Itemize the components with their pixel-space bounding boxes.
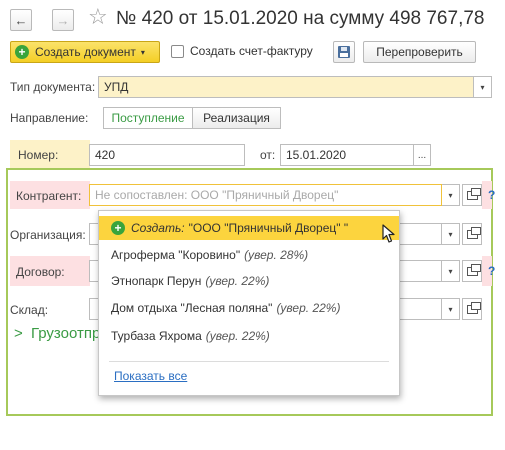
chevron-down-icon: ▾	[448, 229, 453, 239]
save-button[interactable]	[333, 41, 355, 63]
organization-dropdown-button[interactable]: ▾	[442, 223, 460, 245]
warehouse-open-button[interactable]	[462, 298, 482, 320]
create-document-label: Создать документ	[35, 45, 136, 59]
suggestion-name: Агроферма "Коровино"	[111, 248, 241, 262]
create-document-button[interactable]: + Создать документ ▾	[10, 41, 160, 63]
chevron-down-icon: ▾	[448, 190, 453, 200]
direction-option-sale[interactable]: Реализация	[193, 107, 281, 129]
page-title: № 420 от 15.01.2020 на сумму 498 767,78	[116, 8, 485, 29]
number-label: Номер:	[18, 148, 59, 162]
recheck-button[interactable]: Перепроверить	[363, 41, 476, 63]
contract-help-icon[interactable]: ?	[488, 264, 495, 278]
suggestion-confidence: (увер. 22%)	[205, 274, 270, 288]
open-window-icon	[466, 187, 481, 200]
counterparty-help-icon[interactable]: ?	[488, 188, 495, 202]
date-label: от:	[260, 148, 276, 162]
shipper-section-toggle[interactable]: > Грузоотпр	[14, 325, 100, 342]
arrow-left-icon: ←	[14, 12, 28, 28]
show-all-link[interactable]: Показать все	[114, 369, 187, 383]
plus-circle-icon: +	[15, 45, 29, 59]
date-picker-button[interactable]: ...	[413, 144, 431, 166]
suggestion-item[interactable]: Дом отдыха "Лесная поляна" (увер. 22%)	[99, 296, 399, 320]
direction-option-incoming[interactable]: Поступление	[103, 107, 193, 129]
suggestion-item[interactable]: Агроферма "Коровино" (увер. 28%)	[99, 243, 399, 267]
floppy-disk-icon	[338, 46, 350, 58]
suggestion-name: Турбаза Яхрома	[111, 329, 202, 343]
create-prefix: Создать:	[131, 221, 185, 235]
suggestion-confidence: (увер. 22%)	[205, 329, 270, 343]
open-window-icon	[466, 226, 481, 239]
contract-open-button[interactable]	[462, 260, 482, 282]
mouse-pointer-icon	[382, 224, 395, 243]
create-value: "ООО "Пряничный Дворец" "	[188, 221, 349, 235]
suggestion-item[interactable]: Турбаза Яхрома (увер. 22%)	[99, 324, 399, 348]
chevron-down-icon: ▾	[448, 304, 453, 314]
contract-label: Договор:	[16, 265, 65, 279]
chevron-down-icon: ▾	[140, 47, 145, 57]
chevron-right-icon: >	[14, 325, 23, 342]
forward-button[interactable]: →	[52, 9, 74, 31]
counterparty-dropdown-button[interactable]: ▾	[442, 184, 460, 206]
suggestion-confidence: (увер. 22%)	[276, 301, 341, 315]
suggestion-name: Дом отдыха "Лесная поляна"	[111, 301, 273, 315]
create-invoice-checkbox[interactable]	[171, 45, 184, 58]
chevron-down-icon: ▾	[480, 82, 485, 92]
doc-type-label: Тип документа:	[10, 80, 96, 94]
chevron-down-icon: ▾	[448, 266, 453, 276]
contract-dropdown-button[interactable]: ▾	[442, 260, 460, 282]
warehouse-label: Склад:	[10, 303, 49, 317]
create-counterparty-option[interactable]: + Создать: "ООО "Пряничный Дворец" "	[99, 216, 399, 240]
counterparty-open-button[interactable]	[462, 184, 482, 206]
suggestion-confidence: (увер. 28%)	[244, 248, 309, 262]
back-button[interactable]: ←	[10, 9, 32, 31]
warehouse-dropdown-button[interactable]: ▾	[442, 298, 460, 320]
plus-circle-icon: +	[111, 221, 125, 235]
counterparty-label: Контрагент:	[16, 189, 82, 203]
organization-open-button[interactable]	[462, 223, 482, 245]
suggestion-item[interactable]: Этнопарк Перун (увер. 22%)	[99, 269, 399, 293]
favorite-star-icon[interactable]: ☆	[88, 6, 108, 28]
shipper-section-label: Грузоотпр	[30, 325, 101, 342]
counterparty-suggestions-dropdown: + Создать: "ООО "Пряничный Дворец" " Агр…	[98, 210, 400, 396]
arrow-right-icon: →	[56, 12, 70, 28]
number-field[interactable]: 420	[89, 144, 245, 166]
direction-label: Направление:	[10, 111, 89, 125]
create-invoice-label[interactable]: Создать счет-фактуру	[190, 44, 313, 58]
suggestion-name: Этнопарк Перун	[111, 274, 202, 288]
open-window-icon	[466, 263, 481, 276]
open-window-icon	[466, 301, 481, 314]
counterparty-field[interactable]: Не сопоставлен: ООО "Пряничный Дворец"	[89, 184, 442, 206]
doc-type-field[interactable]: УПД	[98, 76, 474, 98]
doc-type-dropdown-button[interactable]: ▾	[474, 76, 492, 98]
organization-label: Организация:	[10, 228, 86, 242]
date-field[interactable]: 15.01.2020	[280, 144, 414, 166]
dropdown-divider	[109, 361, 389, 362]
